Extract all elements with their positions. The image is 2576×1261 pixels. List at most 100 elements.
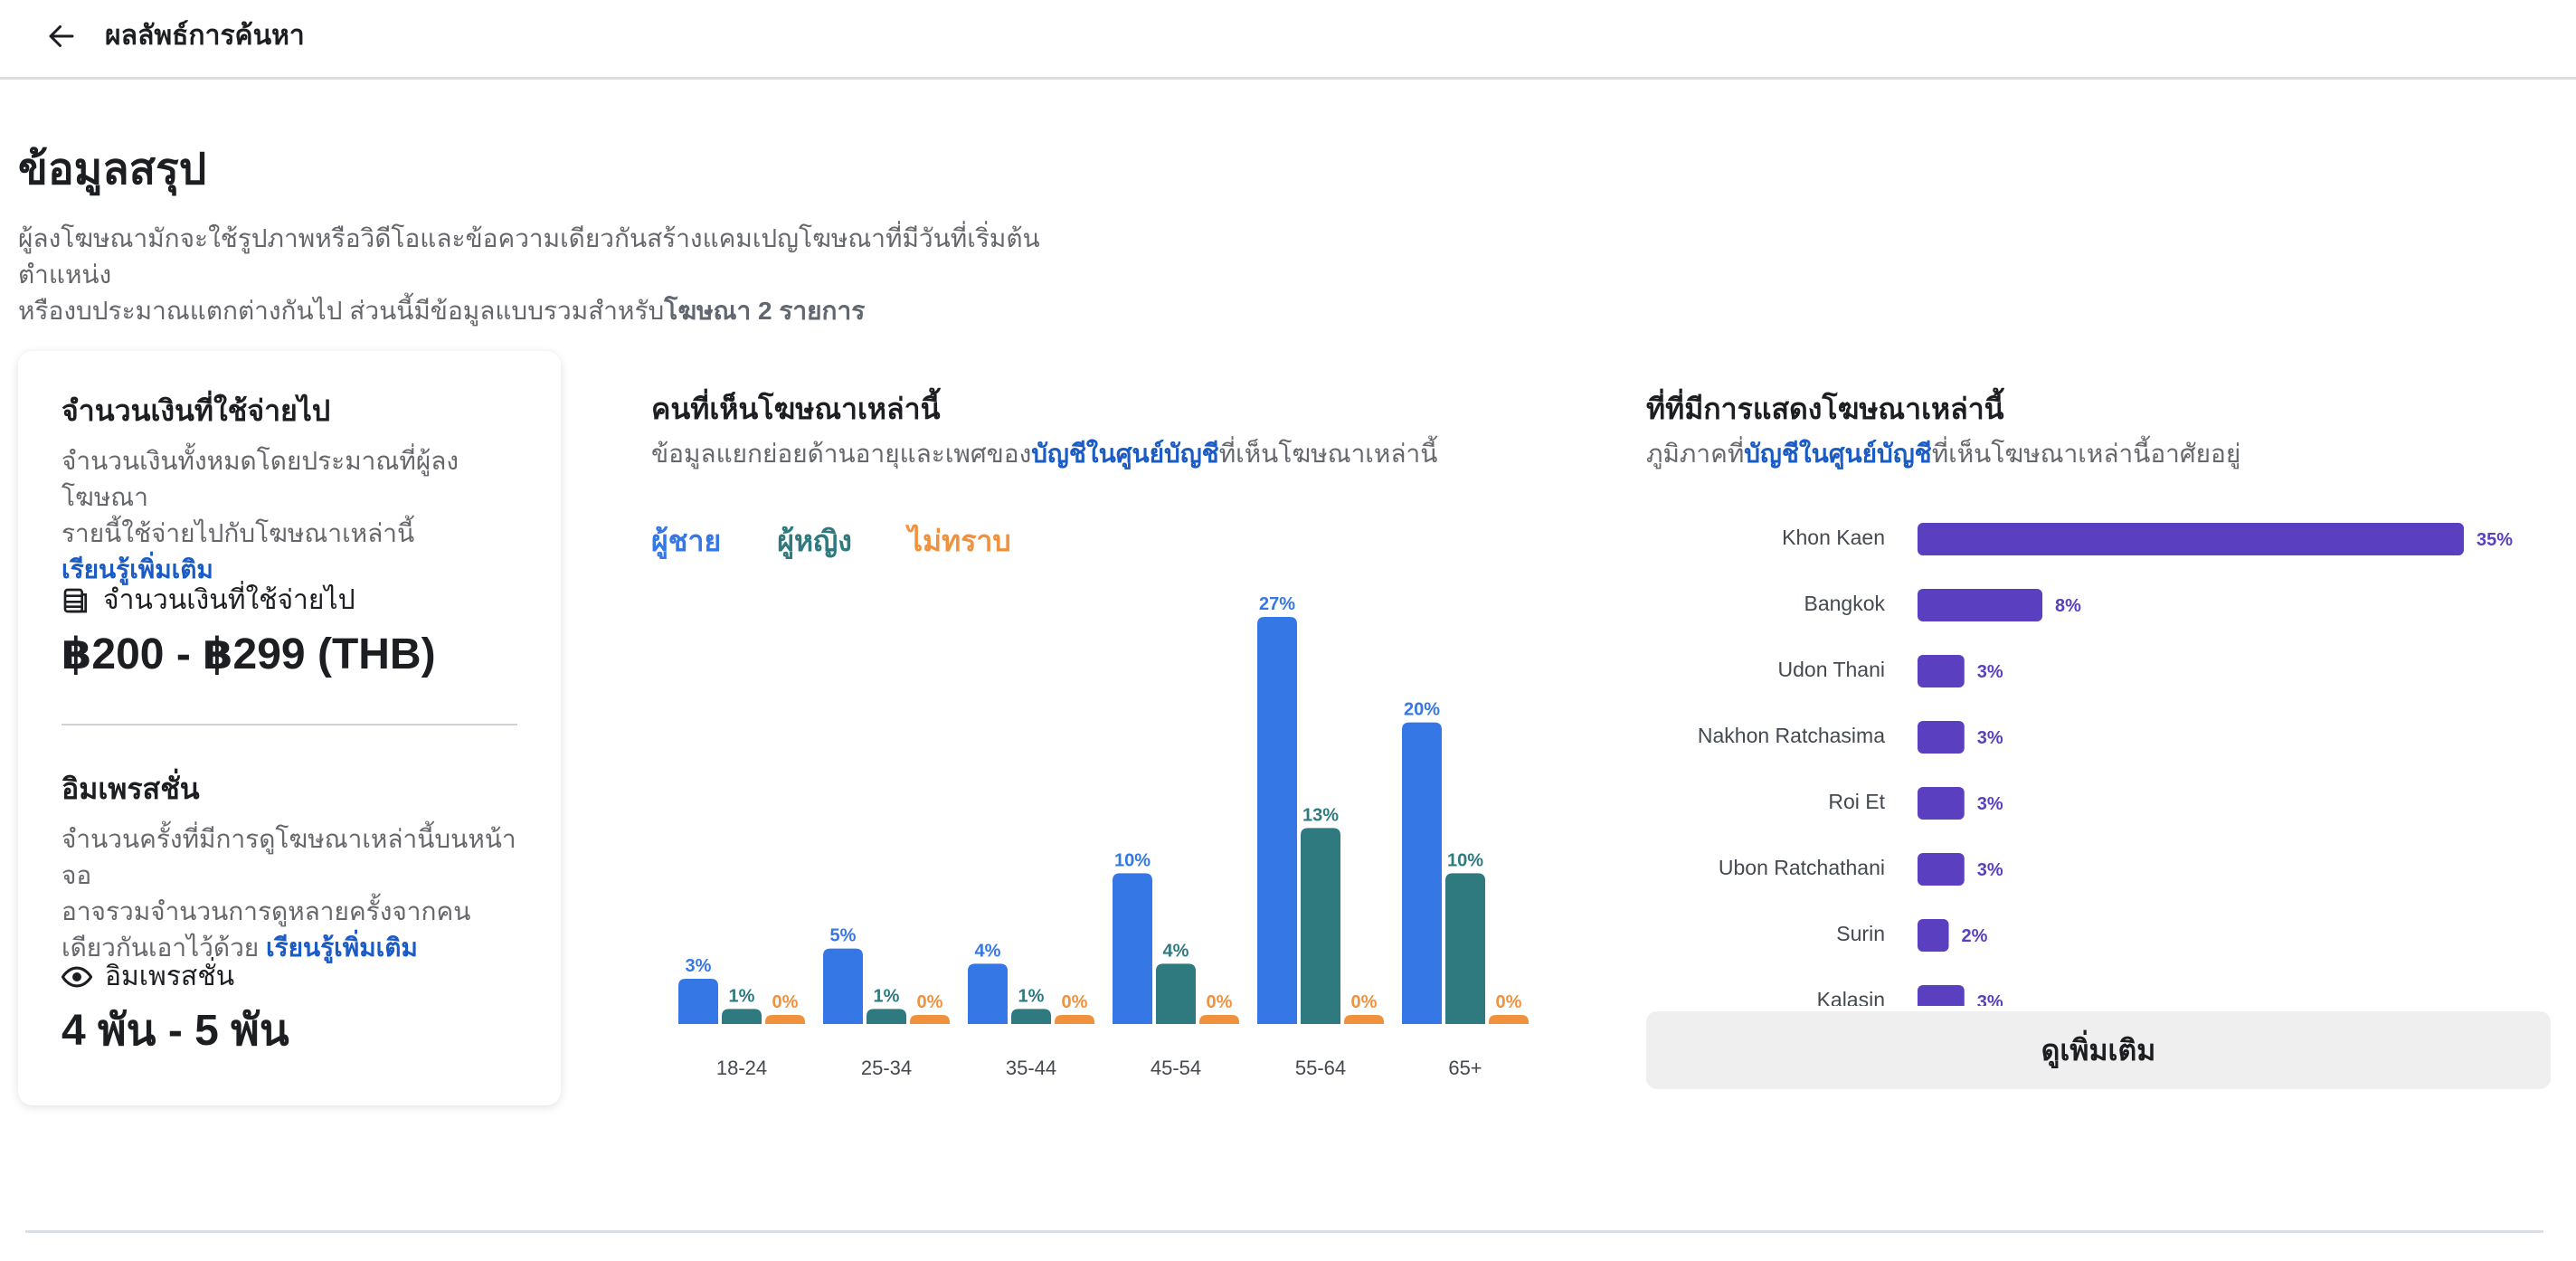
legend-female[interactable]: ผู้หญิง [777, 523, 852, 559]
summary-desc-line2: หรืองบประมาณแตกต่างกันไป ส่วนนี้มีข้อมูล… [18, 293, 1140, 329]
age-gender-heading: คนที่เห็นโฆษณาเหล่านี้ [651, 393, 941, 425]
location-bar-ubon-ratchathani [1918, 853, 1965, 886]
summary-desc-line1: ผู้ลงโฆษณามักจะใช้รูปภาพหรือวิดีโอและข้อ… [18, 224, 1040, 289]
spend-learn-more-link[interactable]: เรียนรู้เพิ่มเติม [62, 555, 213, 583]
location-name: Roi Et [1828, 790, 1885, 813]
eye-icon [62, 966, 92, 988]
location-bar-label: 2% [1962, 926, 1988, 946]
see-more-button[interactable]: ดูเพิ่มเติม [1646, 1011, 2551, 1089]
location-name: Surin [1836, 922, 1885, 945]
location-heading: ที่ที่มีการแสดงโฆษณาเหล่านี้ [1646, 393, 2004, 425]
age-tick-label: 65+ [1448, 1057, 1482, 1079]
impressions-learn-more-link[interactable]: เรียนรู้เพิ่มเติม [266, 934, 418, 962]
age-bar-45-54-female [1156, 963, 1196, 1024]
age-tick-label: 35-44 [1006, 1057, 1056, 1079]
age-bar-65+-unknown [1489, 1015, 1529, 1024]
age-bar-35-44-male [968, 963, 1008, 1024]
location-bar-label: 3% [1977, 794, 2003, 814]
location-bar-label: 8% [2055, 596, 2081, 616]
impressions-desc-line1: จำนวนครั้งที่มีการดูโฆษณาเหล่านี้บนหน้าจ… [62, 825, 516, 889]
age-gender-sub-prefix: ข้อมูลแยกย่อยด้านอายุและเพศของ [651, 440, 1032, 468]
age-bar-25-34-male [823, 948, 863, 1024]
age-bar-55-64-male [1257, 617, 1297, 1024]
age-bar-45-54-male [1113, 873, 1152, 1024]
summary-desc-line2-text: หรืองบประมาณแตกต่างกันไป ส่วนนี้มีข้อมูล… [18, 297, 665, 325]
age-bar-label: 0% [1062, 992, 1088, 1012]
location-name: Nakhon Ratchasima [1698, 724, 1885, 747]
age-bar-label: 1% [874, 986, 900, 1006]
summary-title: ข้อมูลสรุป [18, 146, 207, 194]
age-tick-label: 18-24 [716, 1057, 767, 1079]
spend-desc-line2: รายนี้ใช้จ่ายไปกับโฆษณาเหล่านี้ [62, 519, 415, 547]
gender-legend: ผู้ชาย ผู้หญิง ไม่ทราบ [651, 523, 1011, 559]
age-bar-55-64-female [1301, 828, 1340, 1024]
age-bar-label: 0% [1351, 992, 1378, 1012]
arrow-left-icon [49, 25, 74, 47]
age-bar-label: 20% [1404, 700, 1440, 720]
location-name: Khon Kaen [1782, 526, 1885, 549]
age-bar-label: 27% [1259, 594, 1295, 614]
age-bar-65+-male [1402, 722, 1442, 1024]
spend-heading: จำนวนเงินที่ใช้จ่ายไป [62, 394, 331, 427]
location-name: Bangkok [1804, 592, 1885, 615]
age-bar-label: 4% [975, 941, 1001, 961]
impressions-description: จำนวนครั้งที่มีการดูโฆษณาเหล่านี้บนหน้าจ… [62, 821, 532, 966]
location-bar-bangkok [1918, 589, 2043, 621]
age-bar-label: 4% [1163, 941, 1189, 961]
age-bar-25-34-unknown [910, 1015, 950, 1024]
page-title: ผลลัพธ์การค้นหา [105, 21, 305, 51]
age-bar-45-54-unknown [1199, 1015, 1239, 1024]
age-bar-label: 1% [1018, 986, 1045, 1006]
age-bar-label: 10% [1447, 850, 1483, 870]
age-bar-18-24-unknown [765, 1015, 805, 1024]
location-sub-suffix: ที่เห็นโฆษณาเหล่านี้อาศัยอยู่ [1931, 440, 2241, 468]
age-bar-label: 10% [1114, 850, 1151, 870]
impressions-metric-label: อิมเพรสชั่น [62, 959, 234, 995]
age-bar-label: 0% [1496, 992, 1522, 1012]
spend-desc-line1: จำนวนเงินทั้งหมดโดยประมาณที่ผู้ลงโฆษณา [62, 447, 459, 511]
location-name: Ubon Ratchathani [1719, 856, 1885, 879]
spend-metric-value: ฿200 - ฿299 (THB) [62, 630, 436, 678]
spend-metric-label: จำนวนเงินที่ใช้จ่ายไป [62, 583, 355, 619]
age-bar-55-64-unknown [1344, 1015, 1384, 1024]
location-bar-label: 3% [1977, 860, 2003, 880]
location-bar-kalasin [1918, 985, 1965, 1006]
impressions-metric-label-text: อิมเพรสชั่น [105, 962, 235, 991]
impressions-metric-value: 4 พัน - 5 พัน [62, 1007, 289, 1055]
age-gender-sub-suffix: ที่เห็นโฆษณาเหล่านี้ [1218, 440, 1438, 468]
back-button[interactable] [45, 20, 78, 52]
top-bar: ผลลัพธ์การค้นหา [0, 0, 2576, 80]
age-bar-label: 5% [830, 926, 857, 946]
age-bar-label: 0% [1207, 992, 1233, 1012]
age-bar-18-24-male [678, 979, 718, 1024]
location-bar-label: 3% [1977, 728, 2003, 748]
location-bar-roi-et [1918, 787, 1965, 820]
spend-metric-label-text: จำนวนเงินที่ใช้จ่ายไป [103, 585, 355, 615]
card-divider [62, 724, 517, 725]
location-sub-prefix: ภูมิภาคที่ [1646, 440, 1745, 468]
age-bar-35-44-female [1011, 1009, 1051, 1024]
age-bar-25-34-female [867, 1009, 906, 1024]
spend-impressions-card: จำนวนเงินที่ใช้จ่ายไป จำนวนเงินทั้งหมดโด… [18, 351, 561, 1105]
legend-male[interactable]: ผู้ชาย [651, 523, 721, 559]
summary-description: ผู้ลงโฆษณามักจะใช้รูปภาพหรือวิดีโอและข้อ… [18, 221, 1140, 329]
bottom-divider [25, 1230, 2543, 1233]
age-bar-label: 3% [686, 956, 712, 976]
accounts-center-link[interactable]: บัญชีในศูนย์บัญชี [1031, 440, 1218, 468]
age-bar-label: 1% [729, 986, 755, 1006]
spend-description: จำนวนเงินทั้งหมดโดยประมาณที่ผู้ลงโฆษณา ร… [62, 443, 532, 588]
age-bar-35-44-unknown [1055, 1015, 1094, 1024]
age-gender-chart: 3% 1% 0% 18-24 5% 1% 0% 25-34 4% 1% 0% 35-44 10% 4% 0%… [678, 594, 1529, 1079]
age-bar-18-24-female [722, 1009, 762, 1024]
summary-ad-count: โฆษณา 2 รายการ [664, 297, 866, 325]
location-bar-nakhon-ratchasima [1918, 721, 1965, 754]
age-tick-label: 45-54 [1151, 1057, 1201, 1079]
age-bar-label: 0% [917, 992, 943, 1012]
age-gender-subtitle: ข้อมูลแยกย่อยด้านอายุและเพศของบัญชีในศูน… [651, 436, 1437, 472]
legend-unknown[interactable]: ไม่ทราบ [908, 523, 1011, 559]
impressions-desc-line2: อาจรวมจำนวนการดูหลายครั้งจากคน [62, 897, 471, 925]
impressions-desc-line3: เดียวกันเอาไว้ด้วย [62, 934, 260, 962]
age-bar-label: 13% [1302, 805, 1339, 825]
age-tick-label: 55-64 [1295, 1057, 1346, 1079]
location-accounts-center-link[interactable]: บัญชีในศูนย์บัญชี [1744, 440, 1931, 468]
